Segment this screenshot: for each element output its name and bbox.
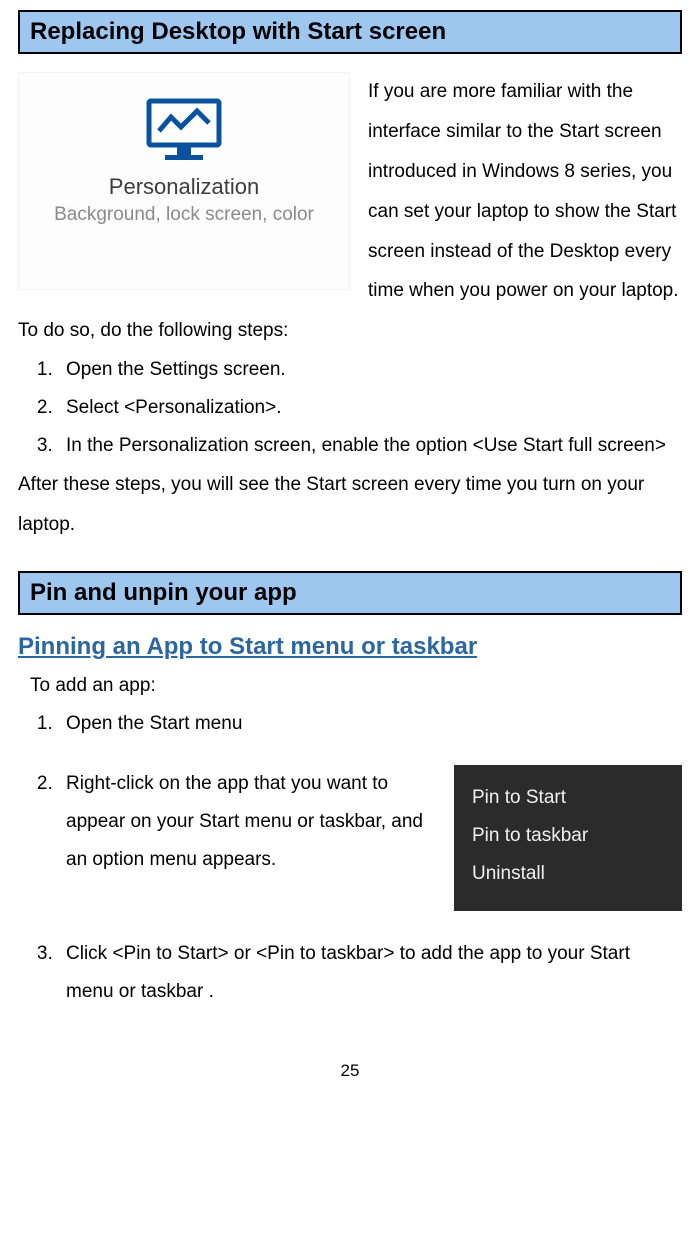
illustration-subtitle: Background, lock screen, color — [19, 202, 349, 228]
list-item: Pin to Start Pin to taskbar Uninstall Ri… — [58, 765, 682, 923]
step2-text: Right-click on the app that you want to … — [66, 773, 423, 870]
section2-intro: To add an app: — [30, 667, 682, 705]
list-item: Select <Personalization>. — [58, 389, 682, 427]
monitor-icon — [143, 97, 225, 168]
list-item: Open the Start menu — [58, 705, 682, 743]
list-item: Open the Settings screen. — [58, 351, 682, 389]
menu-item-uninstall: Uninstall — [472, 855, 666, 893]
section-title-replacing: Replacing Desktop with Start screen — [18, 10, 682, 54]
page-number: 25 — [18, 1061, 682, 1081]
menu-item-pin-start: Pin to Start — [472, 779, 666, 817]
list-item: In the Personalization screen, enable th… — [58, 427, 682, 465]
illustration-title: Personalization — [19, 174, 349, 200]
section-title-pin: Pin and unpin your app — [18, 571, 682, 615]
list-item: Click <Pin to Start> or <Pin to taskbar>… — [58, 923, 682, 1011]
section1-steps: Open the Settings screen. Select <Person… — [18, 351, 682, 465]
personalization-illustration: Personalization Background, lock screen,… — [18, 72, 350, 290]
subheading-pinning: Pinning an App to Start menu or taskbar — [18, 633, 682, 661]
section1-outro: After these steps, you will see the Star… — [18, 465, 682, 545]
menu-item-pin-taskbar: Pin to taskbar — [472, 817, 666, 855]
context-menu-illustration: Pin to Start Pin to taskbar Uninstall — [454, 765, 682, 911]
section2-steps: Open the Start menu Pin to Start Pin to … — [18, 705, 682, 1011]
